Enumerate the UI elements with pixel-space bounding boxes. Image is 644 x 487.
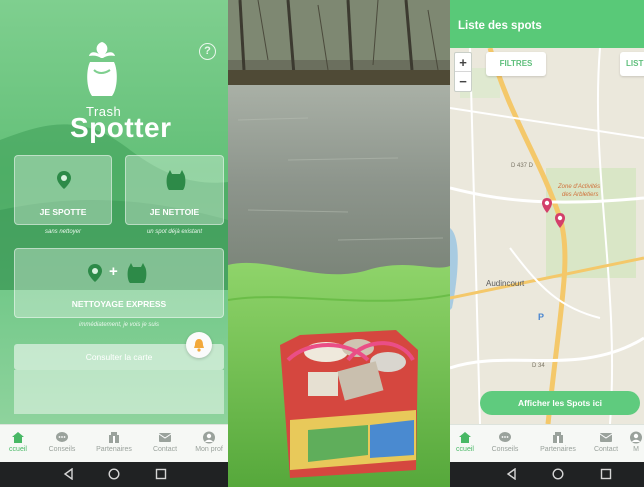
litter-bag-photo: [228, 0, 450, 487]
logo-spotter-text: Spotter: [70, 112, 172, 143]
clean-button[interactable]: JE NETTOIE: [125, 155, 224, 225]
map-pin-icon: [57, 171, 71, 189]
spot-button[interactable]: JE SPOTTE: [14, 155, 112, 225]
back-icon[interactable]: [63, 468, 75, 480]
tab-profile[interactable]: Mon prof: [190, 425, 228, 463]
recents-icon[interactable]: [155, 468, 167, 480]
user-icon: [203, 431, 215, 444]
home-nav-icon[interactable]: [108, 468, 120, 480]
notification-button[interactable]: [186, 332, 212, 358]
home-icon: [12, 432, 24, 443]
home-nav-icon[interactable]: [552, 468, 564, 480]
user-icon: [630, 431, 642, 444]
tab-home[interactable]: ccueil: [450, 425, 480, 463]
clean-subtitle: un spot déjà existant: [146, 229, 203, 235]
tab-label: ccueil: [9, 446, 27, 453]
list-button[interactable]: LIST: [620, 52, 644, 76]
tab-partners[interactable]: Partenaires: [88, 425, 140, 463]
plus-sign: +: [109, 263, 118, 280]
filters-button[interactable]: FILTRES: [486, 52, 546, 76]
map-label-road-2: D 34: [532, 363, 545, 369]
trash-bag-icon: [127, 263, 147, 283]
trash-bag-icon: [166, 170, 186, 190]
android-nav-bar: [450, 462, 644, 487]
tab-label: M: [633, 446, 639, 453]
zoom-control: + −: [454, 52, 472, 92]
express-button-label: NETTOYAGE EXPRESS: [71, 299, 167, 309]
tab-tips[interactable]: Conseils: [42, 425, 82, 463]
tab-contact[interactable]: Contact: [145, 425, 185, 463]
recents-icon[interactable]: [600, 468, 612, 480]
page-title: Liste des spots: [458, 20, 542, 32]
home-screen: ? Trash Spotter JE SPOTTE sans nettoyer …: [0, 0, 228, 487]
partners-icon: [109, 432, 119, 443]
partners-icon: [553, 432, 563, 443]
tab-label: Mon prof: [195, 446, 223, 453]
tab-label: Conseils: [48, 446, 76, 453]
tab-profile[interactable]: M: [628, 425, 644, 463]
spot-button-label: JE SPOTTE: [39, 207, 87, 217]
spots-map[interactable]: [450, 48, 644, 424]
map-label-city: Audincourt: [486, 279, 525, 288]
tab-contact[interactable]: Contact: [588, 425, 624, 463]
spots-list-screen: Liste des spots + − FILTRES LIST Zone d'…: [450, 0, 644, 487]
express-subtitle: immédiatement, je vois je suis: [78, 322, 160, 328]
plastic-bag-with-litter: [280, 330, 418, 478]
spot-marker-icon[interactable]: [541, 197, 553, 214]
zoom-in-button[interactable]: +: [455, 53, 471, 72]
clean-button-label: JE NETTOIE: [149, 207, 200, 217]
tab-home[interactable]: ccueil: [0, 425, 36, 463]
tab-tips[interactable]: Conseils: [486, 425, 524, 463]
tab-label: Contact: [152, 446, 178, 453]
tab-label: ccueil: [456, 446, 474, 453]
map-label-zone: Zone d'Activités: [558, 184, 601, 190]
map-pin-icon: [88, 264, 102, 282]
chat-bubble-icon: [499, 432, 511, 442]
trash-bag-logo-icon: [87, 42, 117, 96]
spot-marker-icon[interactable]: [554, 212, 566, 229]
zoom-out-button[interactable]: −: [455, 72, 471, 91]
help-icon[interactable]: ?: [199, 43, 216, 60]
bottom-tab-bar: ccueil Conseils Partenaires Contact Mon …: [0, 424, 228, 462]
mail-icon: [158, 433, 172, 442]
bottom-tab-bar: ccueil Conseils Partenaires Contact M: [450, 424, 644, 462]
chat-bubble-icon: [56, 432, 68, 442]
bell-icon: [194, 339, 204, 352]
back-icon[interactable]: [506, 468, 518, 480]
map-label-zone-2: des Arbletiers: [562, 192, 599, 198]
app-header: Liste des spots: [450, 0, 644, 48]
mail-icon: [599, 433, 613, 442]
tab-label: Partenaires: [96, 446, 132, 453]
show-spots-here-button[interactable]: Afficher les Spots ici: [480, 391, 640, 415]
tab-label: Partenaires: [540, 446, 576, 453]
tab-label: Contact: [593, 446, 619, 453]
parking-icon: P: [538, 312, 545, 322]
screenshot-collage: ? Trash Spotter JE SPOTTE sans nettoyer …: [0, 0, 644, 487]
express-clean-button[interactable]: + NETTOYAGE EXPRESS: [14, 248, 224, 318]
spot-subtitle: sans nettoyer: [44, 229, 82, 235]
android-nav-bar: [0, 462, 228, 487]
tab-partners[interactable]: Partenaires: [532, 425, 584, 463]
map-preview[interactable]: [14, 370, 224, 414]
map-label-road-1: D 437 D: [511, 163, 534, 169]
home-icon: [459, 432, 471, 443]
tab-label: Conseils: [491, 446, 519, 453]
